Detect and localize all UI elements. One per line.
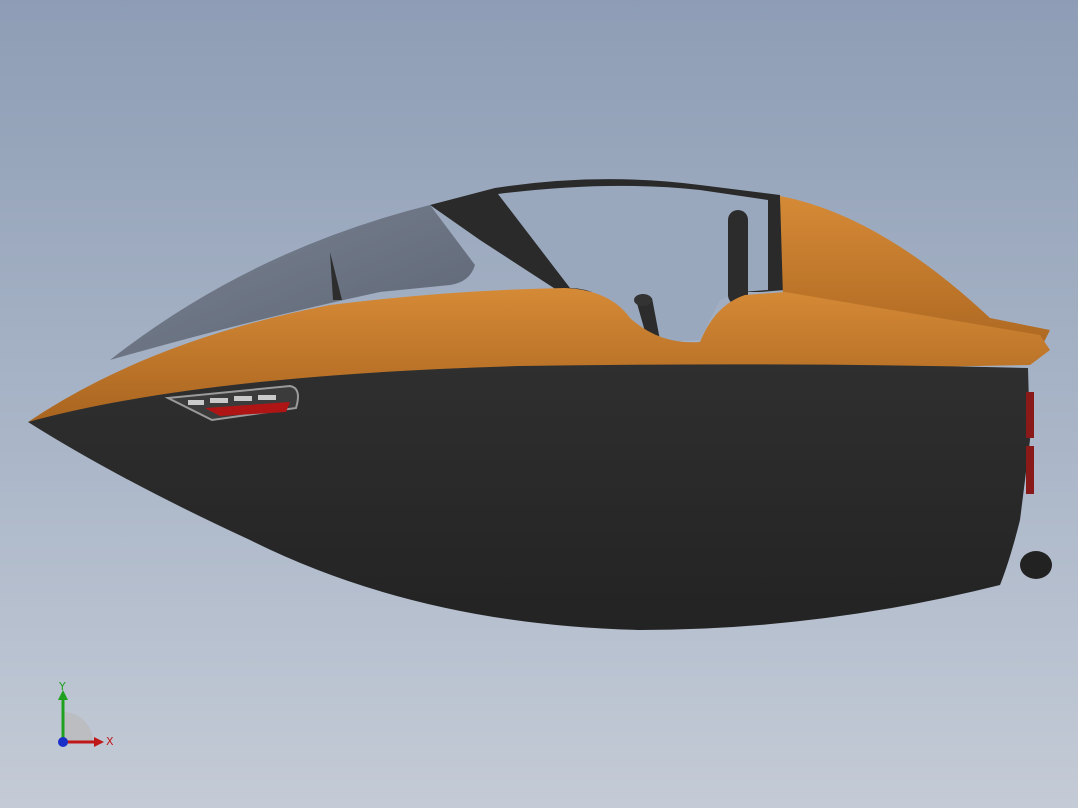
vent-slat [258, 395, 276, 400]
rear-light-upper [1026, 392, 1034, 438]
rear-thruster [1020, 551, 1052, 579]
control-stick-knob [634, 294, 652, 306]
triad-arc [63, 712, 93, 742]
coordinate-triad: Y X [58, 682, 114, 748]
vent-slat [188, 400, 204, 405]
x-axis-head [94, 737, 104, 747]
cad-viewport[interactable]: Y X [0, 0, 1078, 808]
seat-post [728, 210, 748, 305]
boat-3d-model[interactable] [0, 0, 1078, 808]
y-axis-label: Y [58, 682, 66, 693]
x-axis-label: X [106, 735, 114, 748]
rear-light-lower [1026, 446, 1034, 494]
vent-slat [210, 398, 228, 403]
vent-slat [234, 396, 252, 401]
z-axis-dot [58, 737, 68, 747]
